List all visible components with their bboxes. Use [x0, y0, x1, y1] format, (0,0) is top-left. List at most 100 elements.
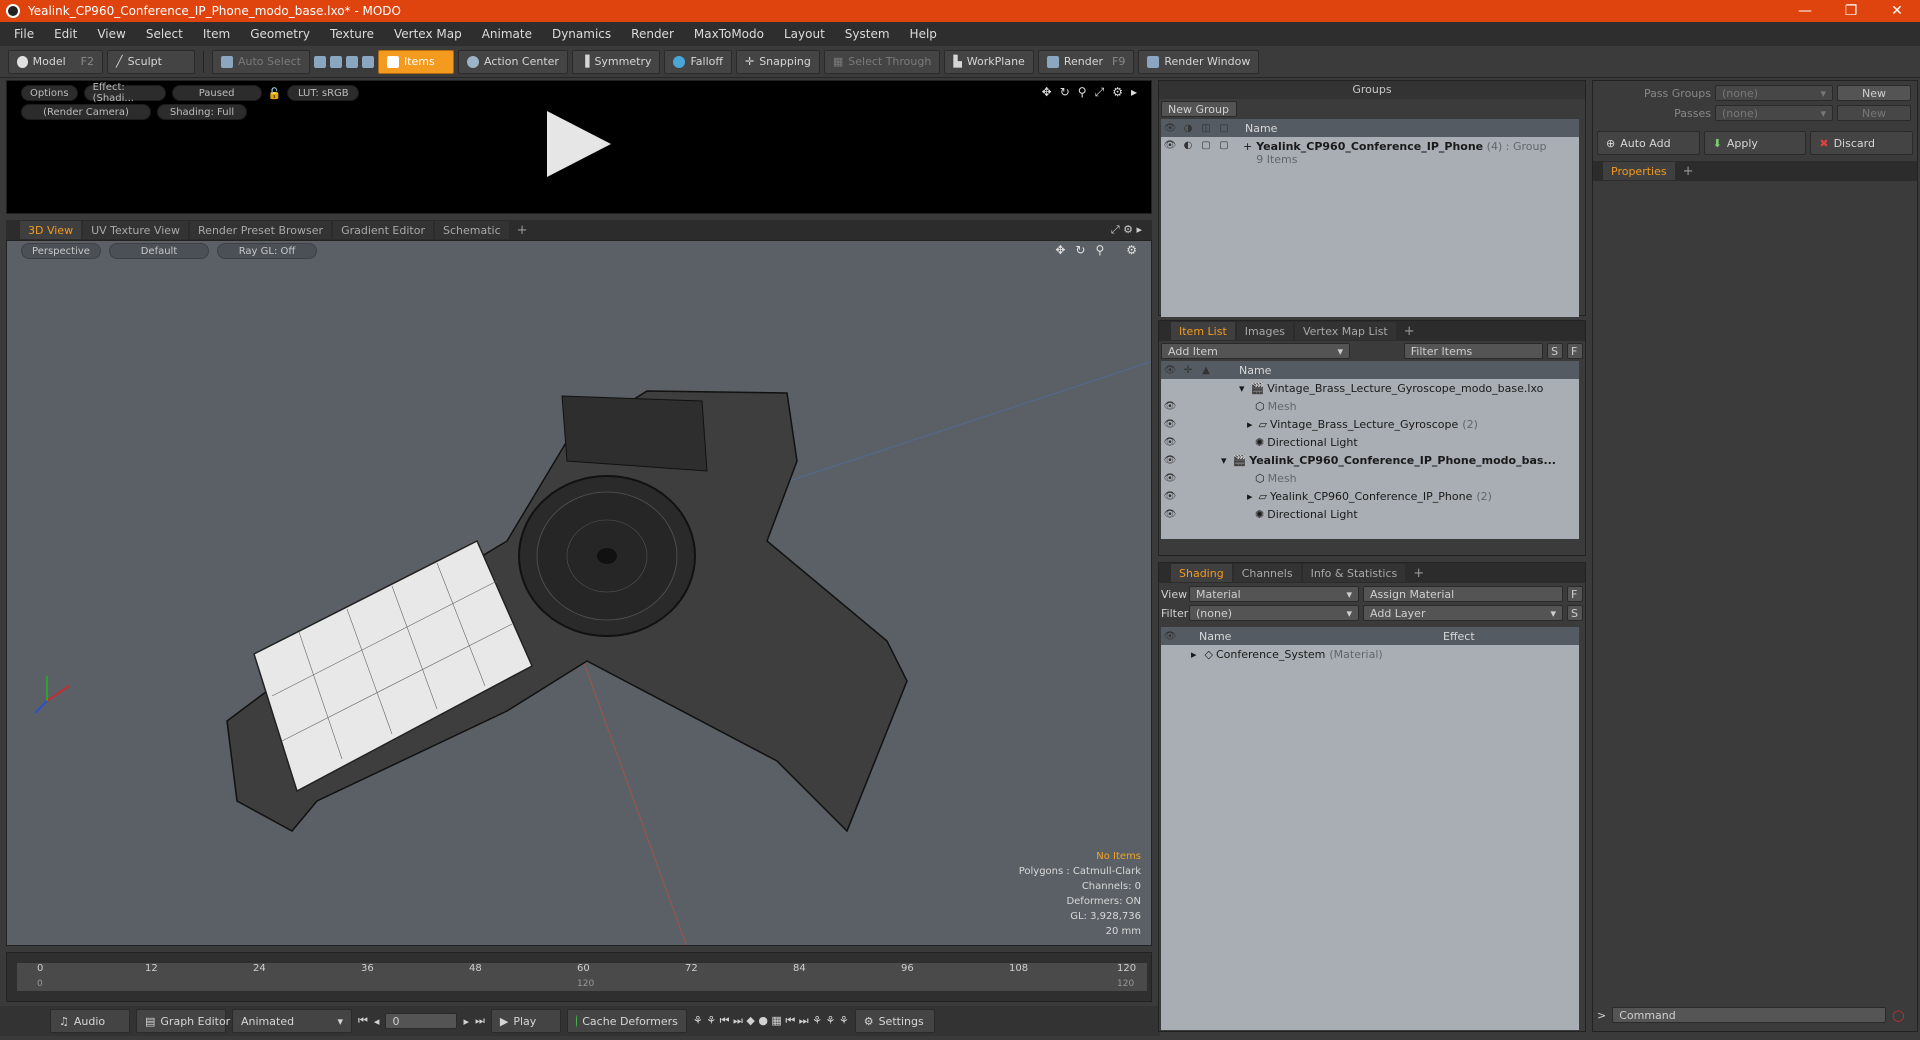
passes-dropdown[interactable]: (none) ▾ — [1715, 105, 1833, 121]
menu-dynamics[interactable]: Dynamics — [542, 27, 621, 41]
lock-icon[interactable]: ▢ — [1197, 140, 1215, 151]
preview-paused-button[interactable]: Paused — [171, 85, 262, 101]
new-pass-button[interactable]: New — [1837, 105, 1911, 121]
tab-3d-view[interactable]: 3D View — [20, 221, 82, 239]
menu-view[interactable]: View — [87, 27, 135, 41]
list-item[interactable]: 👁 ◐ ▢ ▢ + Yealink_CP960_Conference_IP_Ph… — [1161, 137, 1579, 167]
step-back-icon[interactable]: ◂ — [374, 1015, 380, 1028]
list-item[interactable]: 👁 ⬡ Mesh — [1161, 469, 1579, 487]
step-forward-icon[interactable]: ▸ — [463, 1015, 469, 1028]
menu-select[interactable]: Select — [136, 27, 193, 41]
tab-vertex-map-list[interactable]: Vertex Map List — [1294, 322, 1396, 340]
menu-edit[interactable]: Edit — [44, 27, 87, 41]
menu-system[interactable]: System — [835, 27, 900, 41]
collapse-icon[interactable]: ▾ — [1221, 454, 1227, 467]
add-tab-icon[interactable]: + — [511, 223, 534, 238]
eye-icon[interactable]: 👁 — [1161, 491, 1179, 502]
action-center-button[interactable]: Action Center — [457, 49, 568, 74]
expand-icon[interactable]: ▸ — [1191, 648, 1197, 661]
eye-icon[interactable]: 👁 — [1161, 401, 1179, 412]
tab-images[interactable]: Images — [1236, 322, 1293, 340]
render-camera-dropdown[interactable]: (Render Camera) — [21, 104, 151, 120]
expand-icon[interactable]: ▸ — [1247, 418, 1253, 431]
items-mode-button[interactable]: Items — [377, 49, 454, 74]
menu-geometry[interactable]: Geometry — [240, 27, 320, 41]
list-item[interactable]: 👁 ✺ Directional Light — [1161, 433, 1579, 451]
3d-viewport[interactable]: Perspective Default Ray GL: Off ✥ ↻ ⚲ ⚙ … — [6, 240, 1152, 946]
eye-icon[interactable]: 👁 — [1161, 140, 1179, 151]
expand-icon[interactable]: + — [1243, 140, 1252, 153]
list-item[interactable]: 👁 ▸ ▱ Yealink_CP960_Conference_IP_Phone (2) — [1161, 487, 1579, 505]
tab-render-preset-browser[interactable]: Render Preset Browser — [190, 221, 332, 239]
menu-maxtomodo[interactable]: MaxToModo — [684, 27, 774, 41]
menu-layout[interactable]: Layout — [774, 27, 835, 41]
add-tab-icon[interactable]: + — [1407, 566, 1430, 581]
menu-animate[interactable]: Animate — [472, 27, 542, 41]
command-input[interactable]: Command — [1612, 1007, 1887, 1023]
maximize-view-icon[interactable]: ⤢ — [1095, 85, 1105, 100]
minimize-button[interactable]: — — [1782, 3, 1828, 19]
timeline-ruler[interactable]: 0 12 24 36 48 60 72 84 96 108 120 0 120 … — [17, 963, 1147, 991]
shading-full-dropdown[interactable]: Shading: Full — [157, 104, 247, 120]
render-window-button[interactable]: Render Window — [1138, 49, 1260, 74]
settings-button[interactable]: ⚙ Settings — [854, 1009, 935, 1033]
select-icon[interactable]: ▢ — [1215, 140, 1233, 151]
eye-icon[interactable]: 👁 — [1161, 455, 1179, 466]
auto-add-button[interactable]: ⊕ Auto Add — [1597, 131, 1700, 155]
close-button[interactable]: ✕ — [1874, 3, 1920, 19]
animated-dropdown[interactable]: Animated ▾ — [232, 1009, 352, 1033]
pass-groups-dropdown[interactable]: (none) ▾ — [1715, 85, 1833, 101]
auto-select-button[interactable]: Auto Select — [212, 49, 310, 74]
stop-icon[interactable]: ◯ — [1892, 1009, 1904, 1022]
rotate-view-icon[interactable]: ↻ — [1060, 85, 1070, 100]
menu-file[interactable]: File — [4, 27, 44, 41]
menu-texture[interactable]: Texture — [320, 27, 384, 41]
key-tools-icon[interactable]: ⚘ ⚘ ⏮ ⏭ ◆ ● ▦ ⏮ ⏭ ⚘ ⚘ ⚘ — [693, 1014, 849, 1028]
add-item-dropdown[interactable]: Add Item ▾ — [1161, 343, 1351, 359]
viewport-options-icon[interactable]: ⤢ ⚙ ▸ — [1111, 223, 1142, 237]
skip-end-icon[interactable]: ⏭ — [475, 1014, 485, 1028]
preview-effect-dropdown[interactable]: Effect: (Shadi... — [83, 82, 166, 104]
model-mode-button[interactable]: Model F2 — [8, 49, 103, 74]
list-item[interactable]: 👁 ⬡ Mesh — [1161, 397, 1579, 415]
skip-start-icon[interactable]: ⏮ — [358, 1014, 368, 1028]
f-button[interactable]: F — [1567, 343, 1583, 359]
expand-icon[interactable]: ▸ — [1247, 490, 1253, 503]
falloff-button[interactable]: Falloff — [664, 49, 732, 74]
tab-gradient-editor[interactable]: Gradient Editor — [333, 221, 433, 239]
add-tab-icon[interactable]: + — [1677, 164, 1700, 179]
eye-icon[interactable]: 👁 — [1161, 437, 1179, 448]
list-item[interactable]: 👁 ▸ ▱ Vintage_Brass_Lecture_Gyroscope (2) — [1161, 415, 1579, 433]
symmetry-button[interactable]: ▐ Symmetry — [571, 49, 661, 74]
arrow-right-icon[interactable]: ▸ — [1131, 85, 1137, 100]
tab-schematic[interactable]: Schematic — [435, 221, 509, 239]
material-select-icon[interactable] — [361, 55, 374, 68]
workplane-button[interactable]: ▙ WorkPlane — [944, 49, 1034, 74]
frame-field[interactable]: 0 — [385, 1013, 458, 1029]
select-through-button[interactable]: ▦ Select Through — [823, 49, 941, 74]
gear-icon[interactable]: ⚙ — [1112, 85, 1123, 100]
tab-uv-texture-view[interactable]: UV Texture View — [83, 221, 189, 239]
tab-info-statistics[interactable]: Info & Statistics — [1302, 564, 1406, 582]
s-button[interactable]: S — [1547, 343, 1564, 359]
tab-channels[interactable]: Channels — [1233, 564, 1301, 582]
polygon-select-icon[interactable] — [345, 55, 358, 68]
zoom-view-icon[interactable]: ⚲ — [1078, 85, 1087, 100]
add-layer-dropdown[interactable]: Add Layer ▾ — [1363, 605, 1563, 621]
list-item[interactable]: 👁 ✺ Directional Light — [1161, 505, 1579, 523]
sculpt-mode-button[interactable]: ╱ Sculpt — [107, 49, 195, 74]
eye-icon[interactable]: 👁 — [1161, 473, 1179, 484]
view-dropdown[interactable]: Material ▾ — [1189, 586, 1359, 602]
edge-select-icon[interactable] — [329, 55, 342, 68]
render-icon[interactable]: ◐ — [1179, 140, 1197, 151]
menu-vertex-map[interactable]: Vertex Map — [384, 27, 472, 41]
apply-button[interactable]: ⬇ Apply — [1703, 131, 1807, 155]
tab-properties[interactable]: Properties — [1603, 162, 1675, 180]
vertex-select-icon[interactable] — [313, 55, 326, 68]
add-tab-icon[interactable]: + — [1398, 324, 1421, 339]
s-button[interactable]: S — [1567, 605, 1583, 621]
maximize-button[interactable]: ❐ — [1828, 3, 1874, 19]
list-item[interactable]: 👁 ▾ 🎬 Yealink_CP960_Conference_IP_Phone_mod… — [1161, 451, 1579, 469]
new-group-button[interactable]: New Group — [1161, 101, 1237, 117]
eye-icon[interactable]: 👁 — [1161, 509, 1179, 520]
